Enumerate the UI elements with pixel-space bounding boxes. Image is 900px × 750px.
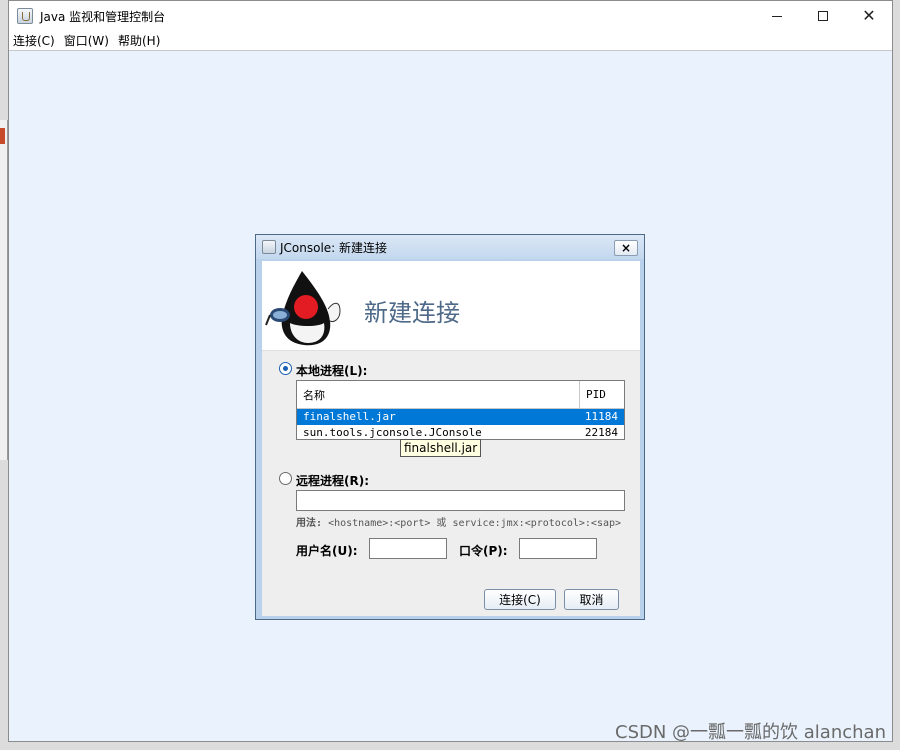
connect-button[interactable]: 连接(C): [484, 589, 556, 610]
username-input[interactable]: [369, 538, 447, 559]
duke-mascot-icon: [265, 271, 341, 346]
usage-hint: 用法: <hostname>:<port> 或 service:jmx:<pro…: [296, 514, 634, 529]
table-row[interactable]: finalshell.jar 11184: [297, 409, 624, 425]
column-header-name[interactable]: 名称: [297, 381, 580, 409]
dialog-banner: 新建连接: [262, 261, 640, 351]
close-icon: ✕: [862, 6, 876, 25]
maximize-button[interactable]: [800, 1, 846, 31]
new-connection-dialog: JConsole: 新建连接 × 新建连接 本地进程(L): 名称 PID fi…: [255, 234, 645, 620]
process-name: sun.tools.jconsole.JConsole: [303, 426, 482, 439]
window-title: Java 监视和管理控制台: [40, 9, 166, 24]
menu-bar: 连接(C) 窗口(W) 帮助(H): [9, 31, 892, 51]
usage-text: <hostname>:<port> 或 service:jmx:<protoco…: [328, 518, 622, 529]
dialog-title: JConsole: 新建连接: [280, 240, 388, 255]
local-process-radio[interactable]: [279, 362, 292, 375]
process-pid: 11184: [584, 410, 618, 423]
password-label: 口令(P):: [459, 544, 508, 558]
java-app-icon: [17, 8, 33, 24]
dialog-title-bar[interactable]: JConsole: 新建连接 ×: [256, 235, 644, 259]
menu-connection[interactable]: 连接(C): [13, 32, 55, 49]
menu-help[interactable]: 帮助(H): [118, 32, 160, 49]
process-name: finalshell.jar: [303, 410, 396, 423]
cancel-button[interactable]: 取消: [564, 589, 619, 610]
dialog-body: 新建连接 本地进程(L): 名称 PID finalshell.jar 1118…: [262, 261, 640, 616]
background-window-mark: [0, 128, 5, 144]
menu-window[interactable]: 窗口(W): [64, 32, 109, 49]
background-window-edge: [0, 120, 8, 460]
maximize-icon: [818, 11, 828, 21]
process-pid: 22184: [584, 426, 618, 439]
remote-host-input[interactable]: [296, 490, 625, 511]
minimize-button[interactable]: [754, 1, 800, 31]
banner-title: 新建连接: [364, 299, 460, 327]
row-tooltip: finalshell.jar: [400, 439, 482, 457]
close-button[interactable]: ✕: [846, 1, 892, 31]
usage-label: 用法:: [296, 518, 323, 529]
process-table: 名称 PID finalshell.jar 11184 sun.tools.jc…: [296, 380, 625, 440]
local-process-label: 本地进程(L):: [296, 364, 368, 378]
remote-process-radio[interactable]: [279, 472, 292, 485]
username-label: 用户名(U):: [296, 544, 358, 558]
column-header-pid[interactable]: PID: [580, 381, 624, 409]
password-input[interactable]: [519, 538, 597, 559]
watermark: CSDN @一瓢一瓢的饮 alanchan: [615, 722, 886, 743]
minimize-icon: [772, 15, 782, 17]
remote-process-label: 远程进程(R):: [296, 474, 370, 488]
dialog-close-button[interactable]: ×: [614, 240, 638, 256]
java-app-icon: [262, 240, 276, 254]
close-icon: ×: [620, 241, 632, 255]
title-bar[interactable]: Java 监视和管理控制台 ✕: [9, 1, 892, 31]
